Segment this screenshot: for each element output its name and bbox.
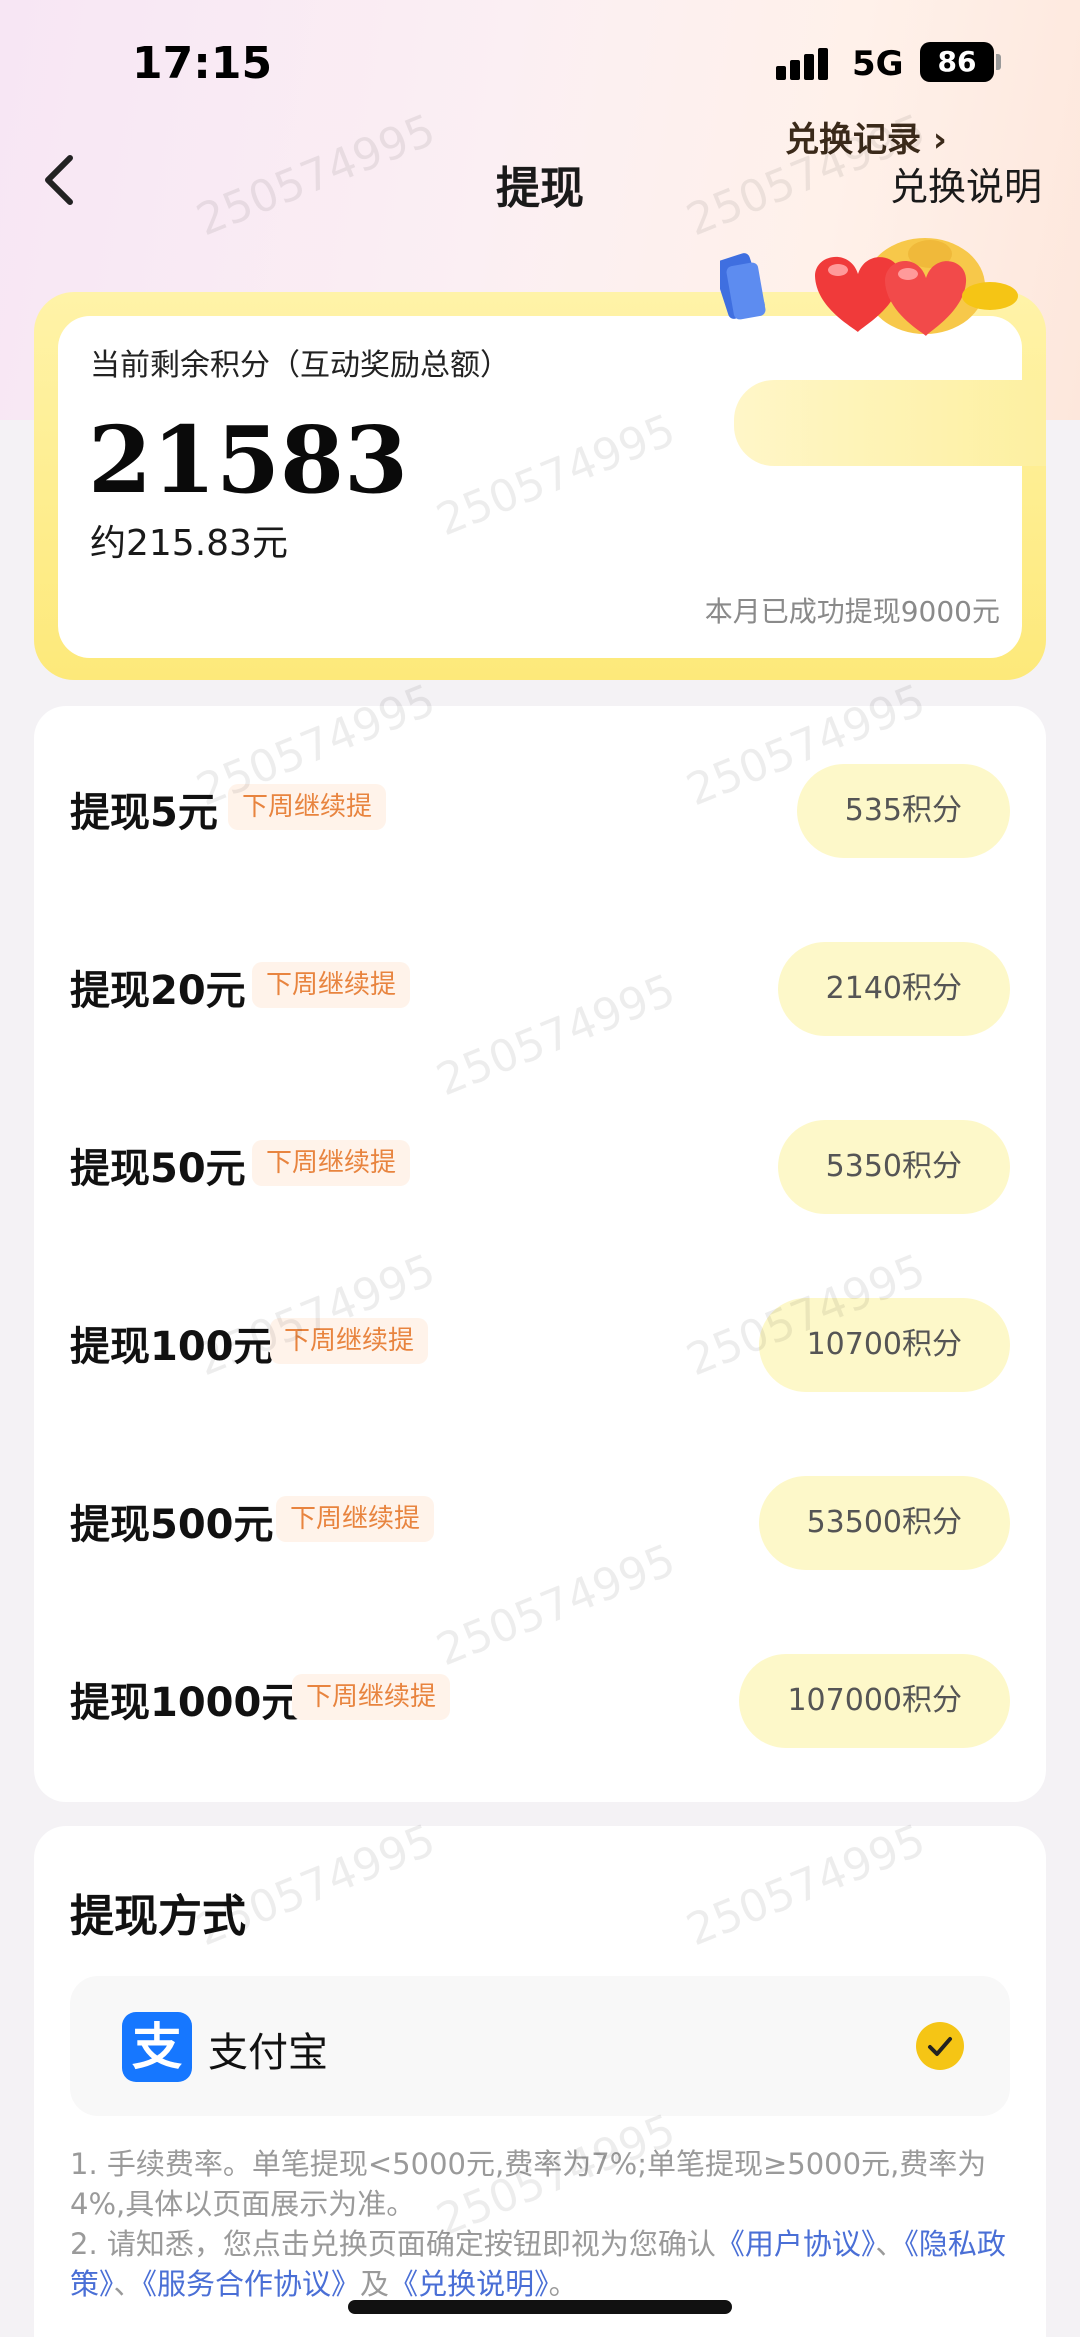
withdraw-option-button[interactable]: 5350积分 xyxy=(777,1120,1010,1214)
service-agreement-link[interactable]: 《服务合作协议》 xyxy=(143,2267,361,2301)
fee-note: 1. 手续费率。单笔提现<5000元,费率为7%;单笔提现≥5000元,费率为4… xyxy=(70,2147,987,2221)
alipay-label: 支付宝 xyxy=(208,2030,328,2076)
withdraw-option-button[interactable]: 535积分 xyxy=(796,764,1010,858)
withdraw-option-title: 提现1000元 xyxy=(70,1680,302,1726)
network-type: 5G xyxy=(852,44,904,84)
withdraw-option-title: 提现50元 xyxy=(70,1146,246,1192)
withdraw-option-tag: 下周继续提 xyxy=(292,1674,451,1720)
monthly-withdrawn-note: 本月已成功提现9000元 xyxy=(704,595,1000,628)
exchange-record-tab[interactable] xyxy=(734,380,1046,466)
exchange-info-link[interactable]: 兑换说明 xyxy=(890,156,1042,211)
withdraw-option-title: 提现100元 xyxy=(70,1324,274,1370)
withdraw-method-title: 提现方式 xyxy=(70,1891,246,1942)
check-icon[interactable] xyxy=(916,2022,964,2070)
signal-icon xyxy=(776,46,836,80)
withdraw-option-title: 提现5元 xyxy=(70,790,218,836)
alipay-option[interactable]: 支 支付宝 xyxy=(70,1976,1010,2116)
withdraw-options-card: 提现5元 下周继续提 535积分 提现20元 下周继续提 2140积分 提现50… xyxy=(34,706,1046,1802)
withdraw-option-row: 提现1000元 下周继续提 107000积分 xyxy=(34,1642,1046,1752)
exchange-info-link-inline[interactable]: 《兑换说明》 xyxy=(389,2267,549,2301)
withdraw-option-row: 提现50元 下周继续提 5350积分 xyxy=(34,1108,1046,1218)
points-value: 21583 xyxy=(88,406,409,514)
agreement-note: 2. 请知悉，您点击兑换页面确定按钮即视为您确认《用户协议》、《隐私政策》、《服… xyxy=(70,2224,1030,2304)
withdraw-option-row: 提现500元 下周继续提 53500积分 xyxy=(34,1464,1046,1574)
withdraw-option-button[interactable]: 53500积分 xyxy=(758,1476,1010,1570)
notes-section: 1. 手续费率。单笔提现<5000元,费率为7%;单笔提现≥5000元,费率为4… xyxy=(70,2144,1030,2304)
withdraw-option-row: 提现100元 下周继续提 10700积分 xyxy=(34,1286,1046,1396)
withdraw-option-title: 提现500元 xyxy=(70,1502,274,1548)
withdraw-option-button[interactable]: 107000积分 xyxy=(739,1654,1010,1748)
points-yuan-equivalent: 约215.83元 xyxy=(90,523,288,564)
points-label: 当前剩余积分（互动奖励总额） xyxy=(90,348,510,383)
sentence-end: 。 xyxy=(548,2267,578,2301)
separator: 、 xyxy=(113,2267,143,2301)
home-indicator[interactable] xyxy=(348,2300,732,2314)
withdraw-option-tag: 下周继续提 xyxy=(276,1496,435,1542)
separator: 、 xyxy=(875,2227,905,2261)
hearts-decoration-icon xyxy=(720,238,1018,336)
exchange-record-button[interactable]: 兑换记录 › xyxy=(785,112,947,161)
withdraw-option-tag: 下周继续提 xyxy=(252,1140,411,1186)
separator: 及 xyxy=(360,2267,390,2301)
alipay-icon: 支 xyxy=(122,2012,192,2082)
withdraw-option-title: 提现20元 xyxy=(70,968,246,1014)
withdraw-option-tag: 下周继续提 xyxy=(252,962,411,1008)
withdraw-option-button[interactable]: 2140积分 xyxy=(777,942,1010,1036)
user-agreement-link[interactable]: 《用户协议》 xyxy=(716,2227,876,2261)
withdraw-option-row: 提现20元 下周继续提 2140积分 xyxy=(34,930,1046,1040)
battery-icon: 86 xyxy=(920,42,994,82)
agreement-prefix: 2. 请知悉，您点击兑换页面确定按钮即视为您确认 xyxy=(70,2227,716,2261)
status-bar: 17:15 5G 86 xyxy=(0,0,1080,130)
status-time: 17:15 xyxy=(132,38,273,89)
battery-tip xyxy=(996,54,1001,70)
withdraw-option-tag: 下周继续提 xyxy=(270,1318,429,1364)
withdraw-option-tag: 下周继续提 xyxy=(228,784,387,830)
withdraw-option-row: 提现5元 下周继续提 535积分 xyxy=(34,752,1046,862)
withdraw-option-button[interactable]: 10700积分 xyxy=(758,1298,1010,1392)
